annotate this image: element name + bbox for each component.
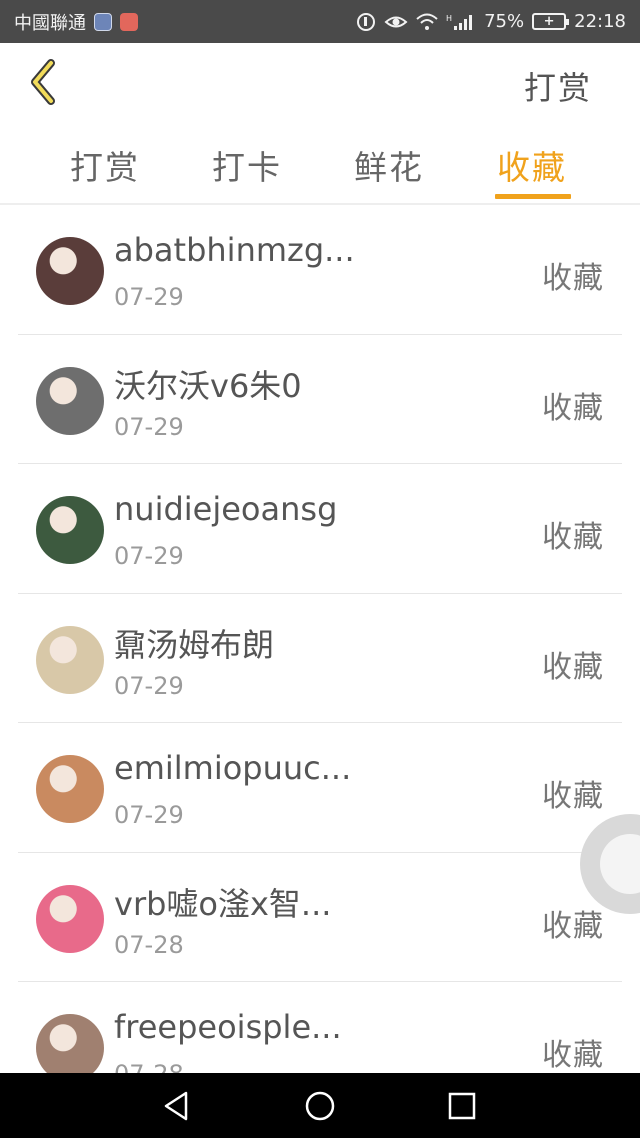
avatar — [36, 755, 104, 823]
chevron-left-icon — [31, 59, 55, 105]
network-type: H — [446, 14, 452, 23]
status-bar-left: 中國聯通 — [14, 9, 138, 35]
status-bar-right: H 75% + 22:18 — [356, 11, 626, 32]
clock: 22:18 — [574, 11, 626, 32]
list-item[interactable]: 沃尔沃v6朱0 07-29 收藏 — [18, 335, 622, 464]
avatar — [36, 1014, 104, 1082]
list-item[interactable]: emilmiopuuc... 07-29 收藏 — [18, 723, 622, 853]
back-triangle-icon[interactable] — [160, 1089, 194, 1123]
action-label: 收藏 — [542, 520, 604, 555]
list-item[interactable]: 鼐汤姆布朗 07-29 收藏 — [18, 594, 622, 723]
carrier-name: 中國聯通 — [14, 12, 86, 34]
back-button[interactable] — [20, 57, 64, 107]
mail-app-icon — [120, 12, 138, 31]
battery-icon: + — [532, 13, 570, 30]
action-label: 收藏 — [542, 1038, 604, 1073]
tab-reward[interactable]: 打赏 — [70, 141, 140, 189]
record-date: 07-29 — [114, 542, 184, 570]
home-circle-icon[interactable] — [303, 1089, 337, 1123]
action-label: 收藏 — [542, 390, 604, 426]
eye-comfort-icon — [384, 13, 408, 31]
navigation-bar — [0, 1073, 640, 1138]
user-name: freepeoisple... — [114, 1008, 342, 1046]
tab-favorites[interactable]: 收藏 — [497, 141, 567, 189]
page-title: 打赏 — [523, 69, 592, 107]
action-label: 收藏 — [542, 649, 604, 685]
record-date: 07-29 — [114, 283, 184, 311]
avatar — [36, 625, 104, 694]
avatar — [36, 884, 104, 953]
record-list: abatbhinmzg... 07-29 收藏 沃尔沃v6朱0 07-29 收藏… — [18, 205, 622, 1112]
record-date: 07-29 — [114, 671, 184, 700]
hd-call-icon — [356, 12, 376, 32]
user-name: nuidiejeoansg — [114, 490, 338, 528]
header: 打赏 — [0, 43, 640, 123]
list-item[interactable]: abatbhinmzg... 07-29 收藏 — [18, 205, 622, 335]
record-date: 07-29 — [114, 801, 184, 829]
app-screen: 中國聯通 H 75% + 22:18 打赏 打赏 打卡 鲜花 收藏 abatbh… — [0, 0, 640, 1138]
tab-checkin[interactable]: 打卡 — [212, 141, 282, 189]
user-name: abatbhinmzg... — [114, 231, 355, 269]
signal-icon: H — [446, 13, 476, 31]
list-item[interactable]: nuidiejeoansg 07-29 收藏 — [18, 464, 622, 594]
tab-bar: 打赏 打卡 鲜花 收藏 — [0, 123, 640, 205]
list-item[interactable]: vrb嘘o滏x智... 07-28 收藏 — [18, 853, 622, 982]
wifi-icon — [416, 13, 438, 31]
user-name: emilmiopuuc... — [114, 749, 352, 787]
avatar — [36, 496, 104, 564]
avatar — [36, 237, 104, 305]
tab-flowers[interactable]: 鲜花 — [354, 141, 424, 189]
status-bar: 中國聯通 H 75% + 22:18 — [0, 0, 640, 43]
record-date: 07-28 — [114, 930, 184, 959]
user-name: vrb嘘o滏x智... — [114, 884, 332, 923]
action-label: 收藏 — [542, 779, 604, 814]
user-name: 沃尔沃v6朱0 — [114, 366, 302, 405]
shield-app-icon — [94, 12, 112, 31]
recents-square-icon[interactable] — [445, 1089, 479, 1123]
avatar — [36, 366, 104, 435]
action-label: 收藏 — [542, 261, 604, 296]
battery-percent: 75% — [484, 11, 525, 32]
user-name: 鼐汤姆布朗 — [114, 625, 275, 664]
active-tab-indicator — [495, 194, 571, 199]
record-date: 07-29 — [114, 412, 184, 441]
action-label: 收藏 — [542, 908, 604, 944]
